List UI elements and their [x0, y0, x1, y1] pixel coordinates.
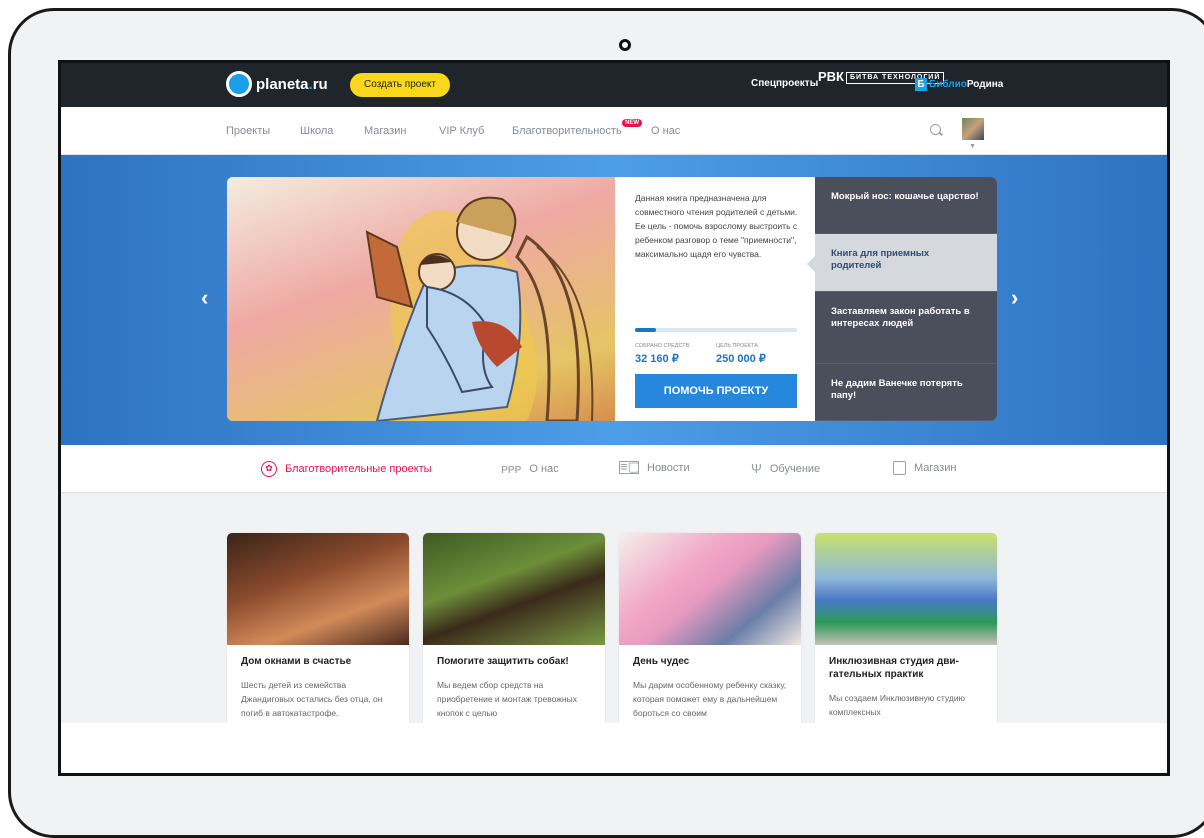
- next-slide-button[interactable]: ›: [1011, 285, 1018, 311]
- project-description: Данная книга предназначена для совместно…: [635, 193, 798, 259]
- project-title: День чудес: [633, 656, 690, 667]
- goal-value: 250 000 ₽: [716, 353, 766, 365]
- new-badge: NEW: [622, 119, 642, 127]
- special-projects-link[interactable]: Спецпроекты: [751, 78, 818, 89]
- logo-icon: [226, 71, 252, 97]
- project-illustration[interactable]: [227, 177, 615, 421]
- nav-item-shop[interactable]: Магазин: [364, 125, 406, 137]
- tab-label: О нас: [529, 462, 559, 475]
- news-icon: ≡▢: [619, 459, 640, 474]
- tab-label: Новости: [647, 461, 690, 474]
- project-card[interactable]: Инклюзивная студия дви-гательных практик…: [815, 533, 997, 753]
- main-nav: Проекты Школа Магазин VIP Клуб Благотвор…: [61, 107, 1167, 155]
- bibliorodina-logo[interactable]: Б БиблиоРодина: [915, 78, 1003, 91]
- chevron-down-icon[interactable]: ▼: [969, 143, 976, 150]
- search-icon[interactable]: [930, 124, 941, 135]
- category-bar: ✿ Благотворительные проекты ᴘᴘᴘ О нас ≡▢ Но…: [61, 445, 1167, 493]
- funding-progress-bar: [635, 328, 797, 332]
- charity-icon: ✿: [261, 461, 277, 477]
- prev-slide-button[interactable]: ‹: [201, 285, 208, 311]
- project-image: [815, 533, 997, 645]
- tab-label: Обучение: [769, 462, 821, 475]
- project-card[interactable]: Дом окнами в счастье Шесть детей из семе…: [227, 533, 409, 753]
- create-project-button[interactable]: Создать проект: [350, 73, 450, 97]
- project-text: Мы ведем сбор средств на приобретение и …: [437, 680, 577, 718]
- project-card[interactable]: День чудес Мы дарим особенному ребенку с…: [619, 533, 801, 753]
- slide-list: Мокрый нос: кошачье царство! Книга для п…: [807, 177, 997, 421]
- raised-value: 32 160 ₽: [635, 353, 679, 365]
- funding-progress-fill: [635, 328, 657, 332]
- slide-item-active[interactable]: Книга для приемных родителей: [807, 234, 997, 292]
- hero-slider: ‹ › Данная книга предназначена для совме…: [61, 155, 1167, 445]
- slide-item[interactable]: Мокрый нос: кошачье царство!: [815, 177, 997, 234]
- nav-item-school[interactable]: Школа: [300, 125, 333, 137]
- project-card[interactable]: Помогите защитить собак! Мы ведем сбор с…: [423, 533, 605, 753]
- project-title: Инклюзивная студия дви-гательных практик: [829, 656, 959, 680]
- tab-charity-projects[interactable]: ✿ Благотворительные проекты: [261, 461, 432, 477]
- nav-item-projects[interactable]: Проекты: [226, 125, 270, 137]
- raised-label: СОБРАНО СРЕДСТВ: [635, 343, 690, 349]
- browser-screen: planeta.ru Создать проект Спецпроекты РВ…: [58, 60, 1170, 776]
- project-image: [423, 533, 605, 645]
- project-title: Помогите защитить собак!: [437, 656, 569, 667]
- nav-item-vip[interactable]: VIP Клуб: [439, 125, 484, 137]
- slide-item[interactable]: Не дадим Ванечке потерять папу!: [815, 364, 997, 421]
- people-icon: ᴘᴘᴘ: [501, 461, 522, 476]
- logo[interactable]: planeta.ru: [226, 71, 328, 97]
- camera-icon: [619, 39, 631, 51]
- logo-text: planeta.ru: [256, 75, 328, 93]
- nav-item-charity[interactable]: Благотворительность: [512, 125, 622, 137]
- slide-item[interactable]: Заставляем закон работать в интересах лю…: [815, 292, 997, 364]
- tab-label: Благотворительные проекты: [285, 463, 432, 475]
- featured-project-card: Данная книга предназначена для совместно…: [227, 177, 997, 421]
- tab-shop[interactable]: Магазин: [893, 461, 956, 475]
- screen-bottom: [61, 723, 1167, 773]
- sprout-icon: Ψ: [751, 461, 762, 476]
- project-image: [227, 533, 409, 645]
- project-title: Дом окнами в счастье: [241, 656, 352, 667]
- nav-item-about[interactable]: О нас: [651, 125, 680, 137]
- tab-label: Магазин: [914, 462, 957, 474]
- project-text: Шесть детей из семейства Джандиговых ост…: [241, 680, 383, 718]
- tab-about[interactable]: ᴘᴘᴘ О нас: [501, 461, 559, 476]
- top-bar: planeta.ru Создать проект Спецпроекты РВ…: [61, 63, 1167, 107]
- bag-icon: [893, 461, 906, 475]
- tab-news[interactable]: ≡▢ Новости: [619, 459, 690, 474]
- help-project-button[interactable]: ПОМОЧЬ ПРОЕКТУ: [635, 374, 797, 408]
- project-text: Мы дарим особенному ребенку сказку, кото…: [633, 680, 787, 718]
- goal-label: ЦЕЛЬ ПРОЕКТА: [716, 343, 758, 349]
- avatar[interactable]: [962, 118, 984, 140]
- project-image: [619, 533, 801, 645]
- project-text: Мы создаем Инклюзивную студию комплексны…: [829, 693, 965, 717]
- tab-learning[interactable]: Ψ Обучение: [751, 461, 820, 476]
